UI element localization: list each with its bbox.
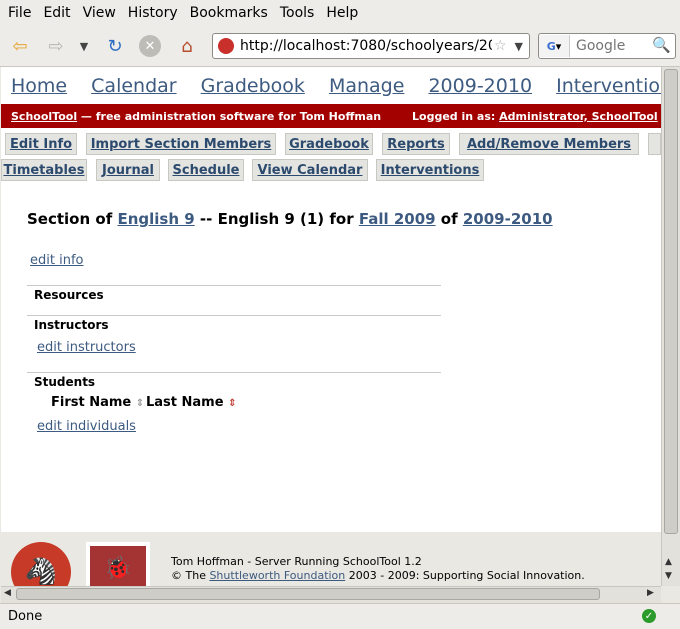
banner-tagline: — free administration software for Tom H… — [77, 109, 382, 123]
shuttleworth-link[interactable]: Shuttleworth Foundation — [209, 569, 345, 582]
schooltool-zebra-logo-icon: 🦓 — [11, 542, 71, 586]
footer: 🦓 🐞 Tom Hoffman - Server Running SchoolT… — [1, 532, 661, 586]
vertical-scroll-thumb[interactable] — [664, 69, 678, 534]
menu-view[interactable]: View — [83, 5, 116, 21]
banner-left: SchoolTool — free administration softwar… — [11, 110, 381, 123]
status-text: Done — [8, 609, 43, 624]
edit-instructors-link[interactable]: edit instructors — [37, 340, 136, 355]
reload-icon[interactable]: ↻ — [103, 34, 127, 58]
shuttleworth-logo-icon: 🐞 — [86, 542, 150, 586]
menu-bar: File Edit View History Bookmarks Tools H… — [0, 0, 680, 26]
menu-bookmarks[interactable]: Bookmarks — [190, 5, 268, 21]
back-arrow-icon[interactable]: ⇦ — [8, 34, 32, 58]
nav-manage[interactable]: Manage — [329, 75, 404, 97]
tab-add-remove-members[interactable]: Add/Remove Members — [459, 133, 639, 155]
sort-icon[interactable]: ⇕ — [228, 398, 236, 409]
top-navigation: Home Calendar Gradebook Manage 2009-2010… — [11, 75, 661, 97]
tab-gradebook[interactable]: Gradebook — [285, 133, 373, 155]
search-icon[interactable]: 🔍 — [652, 36, 671, 54]
nav-intervention[interactable]: Intervention — [556, 75, 661, 97]
footer-copyright: © The — [171, 569, 210, 582]
page-title: Section of English 9 -- English 9 (1) fo… — [27, 210, 553, 228]
tab-overflow[interactable] — [648, 133, 661, 155]
tab-schedule[interactable]: Schedule — [168, 159, 244, 181]
banner-right: Logged in as: Administrator, SchoolTool … — [412, 110, 661, 123]
nav-home[interactable]: Home — [11, 75, 67, 97]
divider — [27, 372, 441, 373]
term-link[interactable]: Fall 2009 — [359, 210, 436, 228]
last-name-column-header[interactable]: Last Name ⇕ — [146, 395, 236, 410]
title-prefix: Section of — [27, 210, 118, 228]
first-name-label: First Name — [51, 395, 132, 410]
horizontal-scrollbar[interactable]: ◀ ▶ — [1, 586, 661, 603]
status-bar: Done ✓ — [0, 603, 680, 629]
course-link[interactable]: English 9 — [117, 210, 194, 228]
search-box[interactable]: G▾ 🔍 — [538, 33, 676, 59]
footer-line-1: Tom Hoffman - Server Running SchoolTool … — [171, 555, 422, 568]
tab-view-calendar[interactable]: View Calendar — [252, 159, 368, 181]
security-check-icon[interactable]: ✓ — [642, 609, 656, 623]
tab-interventions[interactable]: Interventions — [376, 159, 484, 181]
tab-journal[interactable]: Journal — [96, 159, 160, 181]
footer-copyright-tail: 2003 - 2009: Supporting Social Innovatio… — [345, 569, 585, 582]
nav-year[interactable]: 2009-2010 — [428, 75, 532, 97]
app-banner: SchoolTool — free administration softwar… — [1, 104, 661, 128]
edit-info-link[interactable]: edit info — [30, 253, 83, 268]
scroll-right-icon[interactable]: ▶ — [647, 588, 654, 598]
nav-gradebook[interactable]: Gradebook — [201, 75, 305, 97]
horizontal-scroll-thumb[interactable] — [16, 588, 600, 600]
nav-calendar[interactable]: Calendar — [91, 75, 176, 97]
tab-reports[interactable]: Reports — [382, 133, 450, 155]
user-link[interactable]: Administrator, SchoolTool — [499, 110, 658, 123]
search-engine-icon[interactable]: G ▾ — [539, 35, 570, 57]
footer-line-2: © The Shuttleworth Foundation 2003 - 200… — [171, 569, 585, 582]
last-name-label: Last Name — [146, 395, 224, 410]
page-content: Home Calendar Gradebook Manage 2009-2010… — [1, 67, 661, 586]
scroll-down-icon[interactable]: ▼ — [665, 571, 672, 581]
bookmark-star-icon[interactable]: ☆ — [494, 38, 507, 54]
year-link[interactable]: 2009-2010 — [463, 210, 553, 228]
scroll-left-icon[interactable]: ◀ — [4, 588, 11, 598]
url-bar[interactable]: http://localhost:7080/schoolyears/2009 ☆… — [212, 33, 530, 59]
search-input[interactable] — [574, 37, 648, 55]
divider — [27, 315, 441, 316]
tab-edit-info[interactable]: Edit Info — [5, 133, 77, 155]
stop-icon[interactable]: ✕ — [139, 35, 161, 57]
resources-heading: Resources — [34, 288, 104, 302]
logged-in-label: Logged in as: — [412, 109, 500, 123]
forward-arrow-icon[interactable]: ⇨ — [44, 34, 68, 58]
schooltool-link[interactable]: SchoolTool — [11, 110, 77, 123]
menu-edit[interactable]: Edit — [43, 5, 70, 21]
instructors-heading: Instructors — [34, 318, 109, 332]
menu-file[interactable]: File — [8, 5, 31, 21]
tab-import-section-members[interactable]: Import Section Members — [86, 133, 276, 155]
url-text[interactable]: http://localhost:7080/schoolyears/2009 — [240, 38, 492, 54]
vertical-scrollbar[interactable]: ▲ ▼ — [661, 67, 680, 586]
sort-icon[interactable]: ⇕ — [136, 398, 144, 409]
scroll-up-icon[interactable]: ▲ — [665, 557, 672, 567]
history-dropdown-icon[interactable]: ▼ — [76, 34, 92, 58]
menu-history[interactable]: History — [128, 5, 178, 21]
first-name-column-header[interactable]: First Name ⇕ — [51, 395, 144, 410]
edit-individuals-link[interactable]: edit individuals — [37, 419, 136, 434]
home-icon[interactable]: ⌂ — [175, 34, 199, 58]
title-of: of — [435, 210, 463, 228]
menu-help[interactable]: Help — [326, 5, 358, 21]
url-dropdown-icon[interactable]: ▼ — [515, 40, 523, 53]
title-mid: -- English 9 (1) for — [194, 210, 359, 228]
menu-tools[interactable]: Tools — [280, 5, 315, 21]
divider — [27, 285, 441, 286]
tab-timetables[interactable]: Timetables — [1, 159, 87, 181]
students-heading: Students — [34, 375, 96, 389]
site-favicon-icon — [218, 38, 234, 54]
